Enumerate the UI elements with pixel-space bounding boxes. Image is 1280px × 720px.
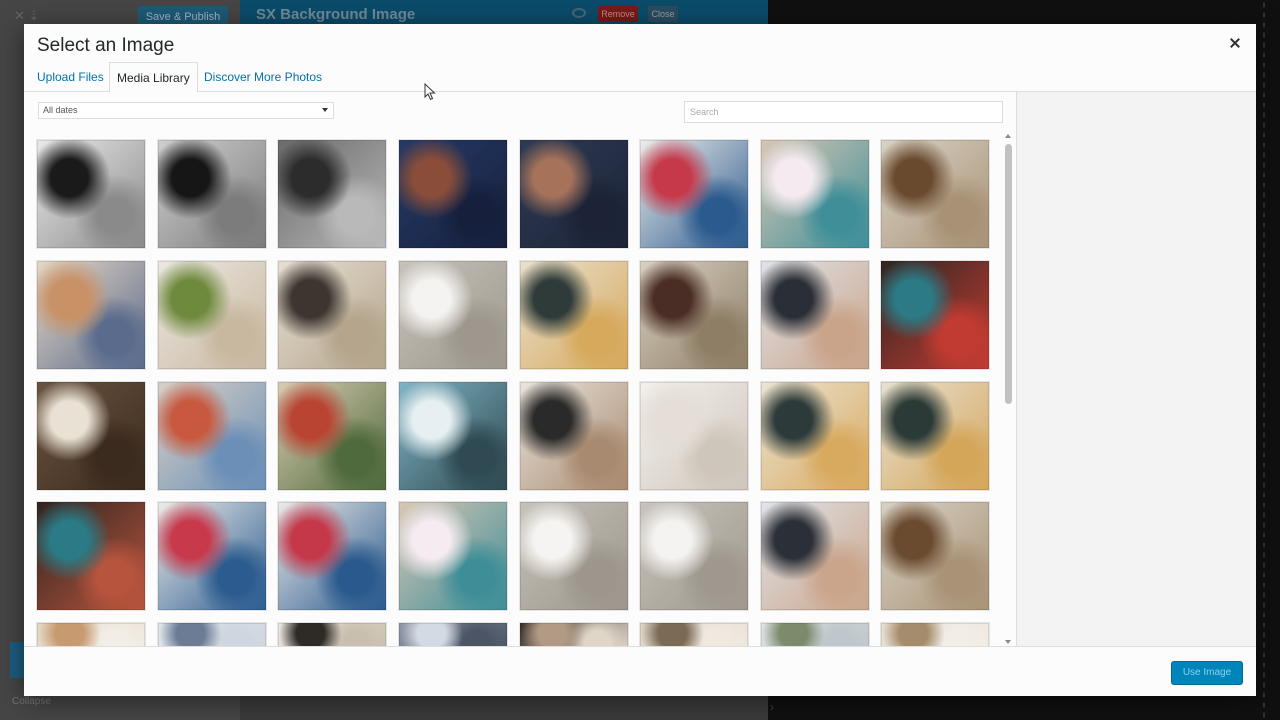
scroll-up-icon[interactable]	[1005, 134, 1011, 138]
attachments-grid	[24, 132, 1016, 646]
media-thumbnail[interactable]	[278, 502, 386, 610]
media-thumbnail[interactable]	[520, 623, 628, 646]
eye-icon	[572, 8, 586, 18]
date-filter-select[interactable]: All dates	[38, 102, 334, 119]
media-thumbnail[interactable]	[640, 261, 748, 369]
media-thumbnail[interactable]	[881, 502, 989, 610]
media-thumbnail[interactable]	[158, 623, 266, 646]
media-thumbnail[interactable]	[881, 261, 989, 369]
back-arrows-icon: ✕ ⇣	[14, 8, 40, 23]
media-thumbnail[interactable]	[520, 261, 628, 369]
media-modal: Select an Image Upload Files Media Libra…	[24, 24, 1256, 696]
arrow-icon: ›	[770, 700, 774, 714]
media-thumbnail[interactable]	[399, 140, 507, 248]
media-thumbnail[interactable]	[640, 382, 748, 490]
media-thumbnail[interactable]	[37, 382, 145, 490]
media-footer: Use Image	[24, 646, 1256, 696]
panel-title-bg: SX Background Image	[256, 6, 416, 23]
scroll-thumb[interactable]	[1005, 144, 1012, 404]
media-thumbnail[interactable]	[640, 502, 748, 610]
media-thumbnail[interactable]	[399, 261, 507, 369]
chevron-down-icon	[322, 108, 328, 112]
close-button-bg: Close	[648, 6, 678, 22]
attachment-details-sidebar	[1016, 92, 1256, 646]
media-thumbnail[interactable]	[881, 382, 989, 490]
date-filter-value: All dates	[43, 105, 78, 115]
media-thumbnail[interactable]	[640, 623, 748, 646]
media-thumbnail[interactable]	[37, 502, 145, 610]
media-thumbnail[interactable]	[37, 140, 145, 248]
media-thumbnail[interactable]	[520, 382, 628, 490]
media-thumbnail[interactable]	[881, 623, 989, 646]
media-thumbnail[interactable]	[761, 382, 869, 490]
preview-dots-bg	[1262, 0, 1266, 720]
media-thumbnail[interactable]	[37, 623, 145, 646]
media-thumbnail[interactable]	[399, 502, 507, 610]
media-thumbnail[interactable]	[278, 623, 386, 646]
sidebar-blue-button-bg	[10, 642, 24, 678]
media-thumbnail[interactable]	[158, 382, 266, 490]
media-thumbnail[interactable]	[520, 140, 628, 248]
tab-media-library[interactable]: Media Library	[109, 62, 198, 93]
media-thumbnail[interactable]	[278, 382, 386, 490]
media-thumbnail[interactable]	[399, 382, 507, 490]
media-thumbnail[interactable]	[37, 261, 145, 369]
media-thumbnail[interactable]	[520, 502, 628, 610]
media-thumbnail[interactable]	[761, 261, 869, 369]
media-thumbnail[interactable]	[399, 623, 507, 646]
scroll-down-icon[interactable]	[1005, 640, 1011, 644]
collapse-label-bg: Collapse	[12, 696, 51, 707]
tab-discover-more-photos[interactable]: Discover More Photos	[197, 62, 329, 93]
media-thumbnail[interactable]	[158, 140, 266, 248]
media-thumbnail[interactable]	[278, 261, 386, 369]
use-image-button[interactable]: Use Image	[1171, 661, 1243, 685]
remove-button-bg: Remove	[598, 6, 638, 22]
media-thumbnail[interactable]	[640, 140, 748, 248]
modal-title: Select an Image	[37, 35, 175, 56]
media-thumbnail[interactable]	[761, 623, 869, 646]
media-thumbnail[interactable]	[761, 140, 869, 248]
media-thumbnail[interactable]	[158, 261, 266, 369]
media-toolbar: All dates	[24, 92, 1016, 132]
media-thumbnail[interactable]	[278, 140, 386, 248]
media-router-tabs: Upload Files Media Library Discover More…	[24, 62, 1256, 93]
grid-scrollbar[interactable]	[1004, 132, 1013, 646]
tab-upload-files[interactable]: Upload Files	[30, 62, 111, 93]
search-input[interactable]	[684, 101, 1003, 123]
close-icon[interactable]	[1226, 34, 1244, 52]
media-thumbnail[interactable]	[761, 502, 869, 610]
media-thumbnail[interactable]	[881, 140, 989, 248]
media-thumbnail[interactable]	[158, 502, 266, 610]
